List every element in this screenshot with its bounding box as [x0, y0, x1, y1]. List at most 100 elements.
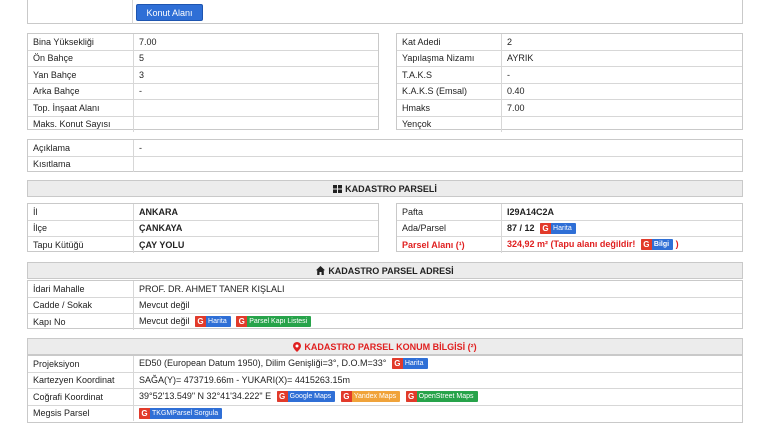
g-icon: G	[391, 358, 403, 370]
note-row: Kısıtlama	[28, 156, 742, 172]
kapi-no-row: Kapı No Mevcut değil G Harita G Parsel Kap…	[28, 313, 742, 330]
idari-mahalle-value: PROF. DR. AHMET TANER KIŞLALI	[133, 281, 742, 298]
kadastro-left-row: Tapu Kütüğü ÇAY YOLU	[28, 236, 378, 253]
g-icon: G	[405, 391, 417, 403]
projeksiyon-harita-button[interactable]: G Harita	[391, 358, 428, 370]
konut-alani-button[interactable]: Konut Alanı	[136, 4, 203, 21]
pafta-value: I29A14C2A	[501, 204, 742, 221]
note-value	[134, 156, 743, 172]
zoning-left-row: Arka Bahçe -	[28, 83, 378, 100]
g-icon: G	[640, 239, 652, 251]
tkgm-parsel-sorgula-button[interactable]: G TKGMParsel Sorgula	[139, 407, 223, 419]
note-value: -	[133, 140, 742, 157]
zoning-left-value: -	[133, 83, 378, 100]
kadastro-left-row: İlçe ÇANKAYA	[28, 220, 378, 237]
google-maps-button[interactable]: G Google Maps	[276, 391, 336, 403]
kadastro-left-panel: İl ANKARA İlçe ÇANKAYA Tapu Kütüğü ÇAY YOLU	[27, 203, 379, 253]
grid-icon	[333, 185, 343, 193]
kartezyen-value: SAĞA(Y)= 473719.66m - YUKARI(X)= 4415263…	[133, 372, 742, 389]
kapi-no-value: Mevcut değil	[139, 316, 190, 327]
projeksiyon-row: Projeksiyon ED50 (European Datum 1950), …	[28, 356, 742, 373]
kadastro-right-panel: Pafta I29A14C2A Ada/Parsel 87 / 12 G Hari…	[396, 203, 743, 253]
bilgi-label: Bilgi	[653, 241, 670, 249]
idari-mahalle-label: İdari Mahalle	[28, 281, 134, 298]
zoning-right-row: K.A.K.S (Emsal) 0.40	[397, 83, 742, 100]
tkgm-parsel-sorgula-label: TKGMParsel Sorgula	[152, 409, 219, 417]
zoning-left-value	[134, 116, 379, 132]
cadde-sokak-label: Cadde / Sokak	[28, 297, 134, 314]
kadastro-left-label: Tapu Kütüğü	[28, 236, 134, 253]
kadastro-left-value: ÇANKAYA	[133, 220, 378, 237]
parsel-kapi-listesi-button[interactable]: G Parsel Kapı Listesi	[236, 316, 312, 328]
megsis-cell: G TKGMParsel Sorgula	[134, 405, 743, 421]
konum-title: KADASTRO PARSEL KONUM BİLGİSİ (²)	[304, 342, 477, 352]
google-maps-label: Google Maps	[289, 393, 332, 401]
adres-panel: İdari Mahalle PROF. DR. AHMET TANER KIŞL…	[27, 280, 743, 330]
tapu-note: (Tapu alanı değildir!	[550, 239, 636, 250]
zoning-left-value	[133, 99, 378, 117]
zoning-right-value: 2	[501, 34, 742, 51]
openstreet-maps-label: OpenStreet Maps	[418, 393, 474, 401]
zoning-left-label: Maks. Konut Sayısı	[28, 116, 134, 132]
megsis-row: Megsis Parsel G TKGMParsel Sorgula	[28, 405, 742, 421]
map-pin-icon	[293, 342, 302, 352]
kadastro-left-label: İl	[28, 204, 134, 221]
cografi-value: 39°52'13.549" N 32°41'34.222" E	[139, 391, 272, 402]
ada-parsel-row: Ada/Parsel 87 / 12 G Harita	[397, 220, 742, 237]
g-icon: G	[340, 391, 352, 403]
zoning-left-value: 5	[133, 50, 378, 67]
zoning-left-row: Maks. Konut Sayısı	[28, 116, 378, 132]
zoning-right-value	[502, 116, 743, 132]
cografi-cell: 39°52'13.549" N 32°41'34.222" E G Google …	[133, 388, 742, 406]
zoning-right-label: Kat Adedi	[397, 34, 502, 51]
bilgi-button[interactable]: G Bilgi	[640, 239, 674, 251]
parsel-alani-cell: 324,92 m² (Tapu alanı değildir! G Bilgi )	[502, 237, 743, 253]
cadde-sokak-value: Mevcut değil	[133, 297, 742, 314]
cografi-row: Coğrafi Koordinat 39°52'13.549" N 32°41'…	[28, 388, 742, 406]
zoning-left-value: 3	[133, 66, 378, 84]
zoning-right-value: -	[501, 66, 742, 84]
adres-header: KADASTRO PARSEL ADRESİ	[27, 262, 743, 279]
note-label: Açıklama	[28, 140, 134, 157]
zoning-right-label: Hmaks	[397, 99, 502, 117]
kartezyen-label: Kartezyen Koordinat	[28, 372, 134, 389]
notes-panel: Açıklama - Kısıtlama	[27, 139, 743, 172]
kapi-no-label: Kapı No	[28, 313, 134, 330]
pafta-row: Pafta I29A14C2A	[397, 204, 742, 221]
yandex-maps-label: Yandex Maps	[353, 393, 397, 401]
zoning-left-row: Ön Bahçe 5	[28, 50, 378, 67]
kadastro-left-value: ANKARA	[133, 204, 378, 221]
zoning-right-panel: Kat Adedi 2 Yapılaşma Nizamı AYRIK T.A.K.S - K…	[396, 33, 743, 132]
g-icon: G	[276, 391, 288, 403]
cadde-sokak-row: Cadde / Sokak Mevcut değil	[28, 297, 742, 314]
adres-title: KADASTRO PARSEL ADRESİ	[328, 266, 454, 276]
zoning-left-row: Bina Yüksekliği 7.00	[28, 34, 378, 51]
kapi-harita-button[interactable]: G Harita	[195, 316, 231, 328]
ada-parsel-value: 87 / 12	[507, 222, 535, 233]
zoning-right-value: 0.40	[501, 83, 742, 100]
projeksiyon-label: Projeksiyon	[28, 356, 134, 373]
zoning-left-label: Bina Yüksekliği	[28, 34, 134, 51]
zoning-left-row: Top. İnşaat Alanı	[28, 99, 378, 117]
kapi-harita-label: Harita	[208, 318, 227, 326]
konum-header: KADASTRO PARSEL KONUM BİLGİSİ (²)	[27, 338, 743, 355]
top-panel	[27, 0, 743, 24]
kartezyen-row: Kartezyen Koordinat SAĞA(Y)= 473719.66m …	[28, 372, 742, 389]
zoning-left-row: Yan Bahçe 3	[28, 66, 378, 84]
g-icon: G	[236, 316, 248, 328]
kadastro-left-row: İl ANKARA	[28, 204, 378, 221]
zoning-right-label: Yapılaşma Nizamı	[397, 50, 502, 67]
zoning-right-row: Yençok	[397, 116, 742, 132]
parsel-kapi-listesi-label: Parsel Kapı Listesi	[249, 318, 308, 326]
pafta-label: Pafta	[397, 204, 502, 221]
zoning-right-value: AYRIK	[501, 50, 742, 67]
yandex-maps-button[interactable]: G Yandex Maps	[340, 391, 401, 403]
ada-harita-button[interactable]: G Harita	[540, 222, 576, 234]
parsel-alani-label: Parsel Alanı (¹)	[397, 236, 502, 253]
zoning-left-label: Top. İnşaat Alanı	[28, 99, 134, 117]
zoning-right-label: T.A.K.S	[397, 66, 502, 84]
ada-parsel-cell: 87 / 12 G Harita	[501, 220, 742, 237]
openstreet-maps-button[interactable]: G OpenStreet Maps	[405, 391, 478, 403]
zoning-left-label: Arka Bahçe	[28, 83, 134, 100]
kadastro-title: KADASTRO PARSELİ	[345, 184, 437, 194]
